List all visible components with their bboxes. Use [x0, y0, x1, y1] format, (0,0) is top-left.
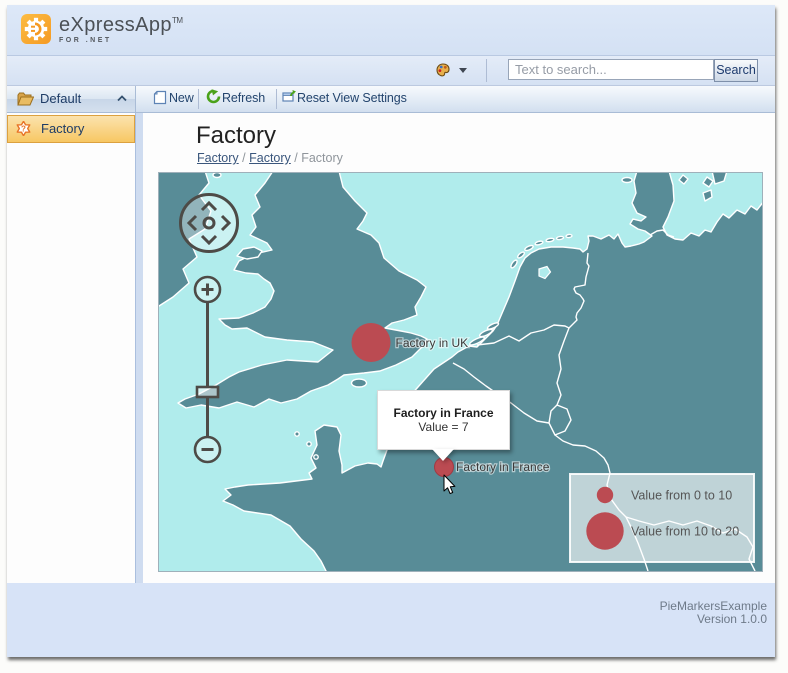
svg-text:Factory in UK: Factory in UK: [396, 336, 469, 350]
svg-text:Factory in France: Factory in France: [456, 460, 550, 474]
svg-text:Value from 10 to 20: Value from 10 to 20: [631, 525, 739, 539]
svg-text:Value from 0 to 10: Value from 0 to 10: [631, 489, 732, 503]
svg-text:?: ?: [21, 124, 26, 133]
